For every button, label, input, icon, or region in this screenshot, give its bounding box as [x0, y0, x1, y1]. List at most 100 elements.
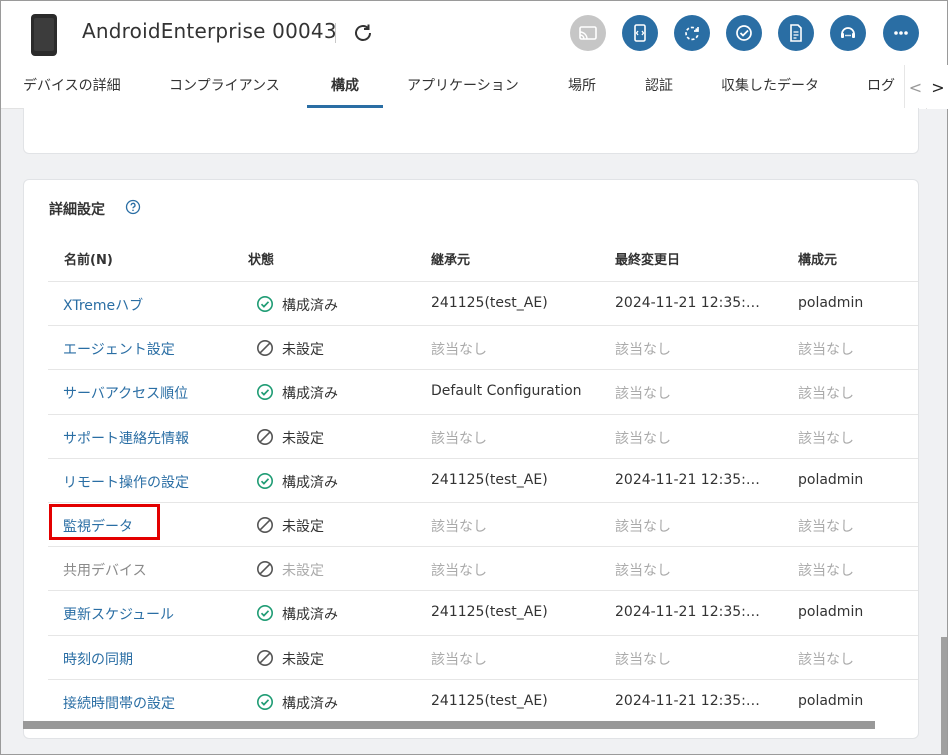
setting-name-link[interactable]: 時刻の同期	[63, 649, 133, 669]
column-header-status[interactable]: 状態	[248, 249, 274, 268]
inherited-from: 241125(test_AE)	[431, 295, 548, 311]
inherited-from: 該当なし	[431, 430, 487, 447]
tab-collected-data[interactable]: 収集したデータ	[721, 75, 819, 95]
remote-control-button[interactable]	[622, 15, 658, 51]
tab-logs[interactable]: ログ	[867, 75, 895, 95]
configured-check-icon	[257, 605, 273, 622]
device-title: AndroidEnterprise 00043	[82, 19, 337, 43]
device-phone-icon	[31, 14, 57, 56]
inherited-from: 241125(test_AE)	[431, 471, 548, 488]
configured-by: 該当なし	[798, 651, 854, 668]
more-icon	[894, 31, 908, 35]
column-header-inherited-from[interactable]: 継承元	[431, 249, 470, 268]
last-modified: 該当なし	[615, 519, 671, 535]
table-row[interactable]: 監視データ 未設定 該当なし 該当なし 該当なし	[48, 502, 918, 546]
last-modified: 2024-11-21 12:35:…	[615, 295, 760, 311]
compliance-check-button[interactable]	[726, 15, 762, 51]
configured-by: 該当なし	[798, 342, 854, 359]
inherited-from: 241125(test_AE)	[431, 692, 548, 709]
last-modified: 2024-11-21 12:35:…	[615, 692, 760, 709]
remote-control-icon	[634, 24, 646, 42]
last-modified: 該当なし	[615, 386, 671, 403]
setting-name-link[interactable]: 更新スケジュール	[63, 604, 174, 624]
support-icon	[841, 27, 855, 38]
report-button[interactable]	[778, 15, 814, 51]
status-text: 未設定	[282, 563, 324, 580]
configured-check-icon	[257, 296, 273, 312]
cast-button[interactable]	[570, 15, 606, 51]
table-row[interactable]: XTremeハブ 構成済み 241125(test_AE) 2024-11-21 12…	[48, 281, 918, 325]
setting-name-link: 共用デバイス	[63, 563, 147, 580]
help-icon[interactable]	[125, 199, 141, 215]
status-text: 未設定	[282, 430, 324, 447]
configured-by: 該当なし	[798, 386, 854, 403]
status-text: 構成済み	[282, 607, 338, 624]
table-row[interactable]: リモート操作の設定 構成済み 241125(test_AE) 2024-11-21 1…	[48, 457, 918, 502]
not-configured-icon	[257, 649, 273, 666]
more-button[interactable]	[883, 15, 919, 51]
setting-name-link[interactable]: 接続時間帯の設定	[63, 693, 175, 713]
inherited-from: 該当なし	[431, 651, 487, 668]
setting-name-link[interactable]: XTremeハブ	[63, 295, 143, 315]
sync-icon	[685, 26, 699, 41]
inherited-from: 該当なし	[431, 563, 487, 580]
column-header-last-modified[interactable]: 最終変更日	[615, 249, 680, 268]
not-configured-icon	[257, 517, 273, 533]
advanced-settings-card: 詳細設定 名前(N) 状態 継承元 最終変更日 構成元 XTremeハブ 構成済み…	[23, 179, 919, 739]
table-row[interactable]: 共用デバイス 未設定 該当なし 該当なし 該当なし	[48, 546, 918, 590]
tab-configuration[interactable]: 構成	[331, 75, 359, 95]
table-row[interactable]: サーバアクセス順位 構成済み Default Configuration 該当なし 該当…	[48, 369, 918, 413]
configured-by: poladmin	[798, 471, 864, 488]
last-modified: 該当なし	[615, 430, 671, 447]
column-header-name[interactable]: 名前(N)	[64, 249, 113, 268]
not-configured-icon	[257, 428, 273, 445]
status-text: 未設定	[282, 651, 324, 668]
status-text: 構成済み	[282, 695, 338, 712]
setting-name-link[interactable]: サポート連絡先情報	[63, 428, 189, 448]
last-modified: 該当なし	[615, 651, 671, 668]
tab-scroll-right-icon[interactable]: >	[927, 65, 948, 109]
table-row[interactable]: 接続時間帯の設定 構成済み 241125(test_AE) 2024-11-21 12…	[48, 678, 918, 723]
device-header: AndroidEnterprise 00043	[1, 1, 947, 65]
vertical-scrollbar[interactable]	[941, 637, 947, 755]
status-text: 構成済み	[282, 298, 338, 314]
support-button[interactable]	[830, 15, 866, 51]
table-row[interactable]: 更新スケジュール 構成済み 241125(test_AE) 2024-11-21 12…	[48, 590, 918, 634]
table-row[interactable]: エージェント設定 未設定 該当なし 該当なし 該当なし	[48, 325, 918, 369]
configured-check-icon	[257, 384, 273, 401]
status-text: 未設定	[282, 519, 324, 535]
tab-scroll-left-icon[interactable]: <	[904, 65, 926, 109]
inherited-from: Default Configuration	[431, 383, 582, 400]
table-row[interactable]: サポート連絡先情報 未設定 該当なし 該当なし 該当なし	[48, 413, 918, 458]
tab-applications[interactable]: アプリケーション	[407, 75, 519, 95]
not-configured-icon	[257, 340, 273, 357]
previous-section-card	[23, 108, 919, 154]
status-text: 構成済み	[282, 474, 338, 491]
setting-name-link[interactable]: エージェント設定	[63, 339, 175, 359]
configured-by: 該当なし	[798, 519, 854, 535]
last-modified: 2024-11-21 12:35:…	[615, 604, 760, 621]
configured-by: poladmin	[798, 604, 864, 621]
configured-check-icon	[257, 693, 273, 710]
setting-name-link[interactable]: サーバアクセス順位	[63, 383, 188, 403]
configured-by: 該当なし	[798, 563, 854, 580]
setting-name-link[interactable]: リモート操作の設定	[63, 472, 189, 492]
last-modified: 該当なし	[615, 342, 671, 359]
tab-device-details[interactable]: デバイスの詳細	[23, 75, 121, 95]
configured-by: poladmin	[798, 692, 864, 709]
configured-check-icon	[257, 472, 273, 489]
tab-location[interactable]: 場所	[568, 75, 596, 95]
section-title: 詳細設定	[49, 202, 105, 218]
configured-by: poladmin	[798, 295, 864, 311]
document-icon	[790, 24, 802, 42]
status-text: 構成済み	[282, 386, 338, 403]
refresh-icon[interactable]	[351, 21, 375, 45]
column-header-configured-by[interactable]: 構成元	[798, 249, 837, 268]
sync-button[interactable]	[674, 15, 710, 51]
horizontal-scrollbar[interactable]	[23, 721, 875, 729]
inherited-from: 該当なし	[431, 342, 487, 359]
tab-authentication[interactable]: 認証	[645, 75, 673, 95]
table-row[interactable]: 時刻の同期 未設定 該当なし 該当なし 該当なし	[48, 634, 918, 679]
tab-compliance[interactable]: コンプライアンス	[169, 75, 280, 95]
configured-by: 該当なし	[798, 430, 854, 447]
